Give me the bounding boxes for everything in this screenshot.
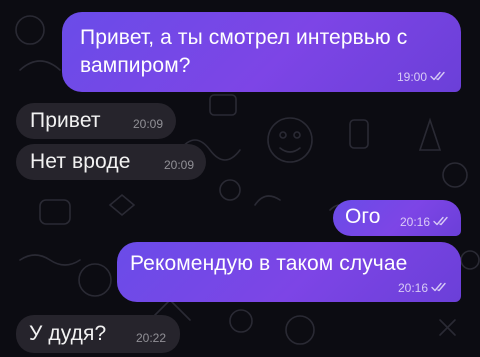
incoming-message-bubble[interactable]: Нет вроде 20:09 — [16, 144, 206, 180]
double-check-icon — [431, 281, 449, 295]
message-meta: 20:16 — [400, 215, 451, 229]
message-time: 20:22 — [135, 331, 166, 345]
double-check-icon — [433, 215, 451, 229]
incoming-message-bubble[interactable]: У дудя? 20:22 — [16, 315, 180, 353]
message-meta: 20:22 — [136, 331, 166, 345]
double-check-icon — [430, 70, 448, 84]
outgoing-message-bubble[interactable]: Привет, а ты смотрел интервью с вампиром… — [62, 12, 461, 92]
message-time: 20:09 — [163, 158, 194, 172]
outgoing-message-bubble[interactable]: Ого 20:16 — [333, 200, 461, 236]
message-text: Привет, а ты смотрел интервью с вампиром… — [80, 26, 408, 77]
message-time: 20:09 — [132, 117, 163, 131]
message-time: 20:16 — [399, 215, 430, 229]
message-meta: 20:09 — [133, 117, 163, 131]
message-text: Рекомендую в таком случае — [130, 252, 408, 275]
message-meta: 20:09 — [164, 158, 194, 172]
outgoing-message-bubble[interactable]: Рекомендую в таком случае 20:16 — [117, 242, 461, 302]
message-meta: 20:16 — [398, 281, 449, 295]
message-time: 19:00 — [396, 70, 427, 84]
message-meta: 19:00 — [397, 70, 448, 84]
message-time: 20:16 — [397, 281, 428, 295]
incoming-message-bubble[interactable]: Привет 20:09 — [16, 103, 176, 139]
